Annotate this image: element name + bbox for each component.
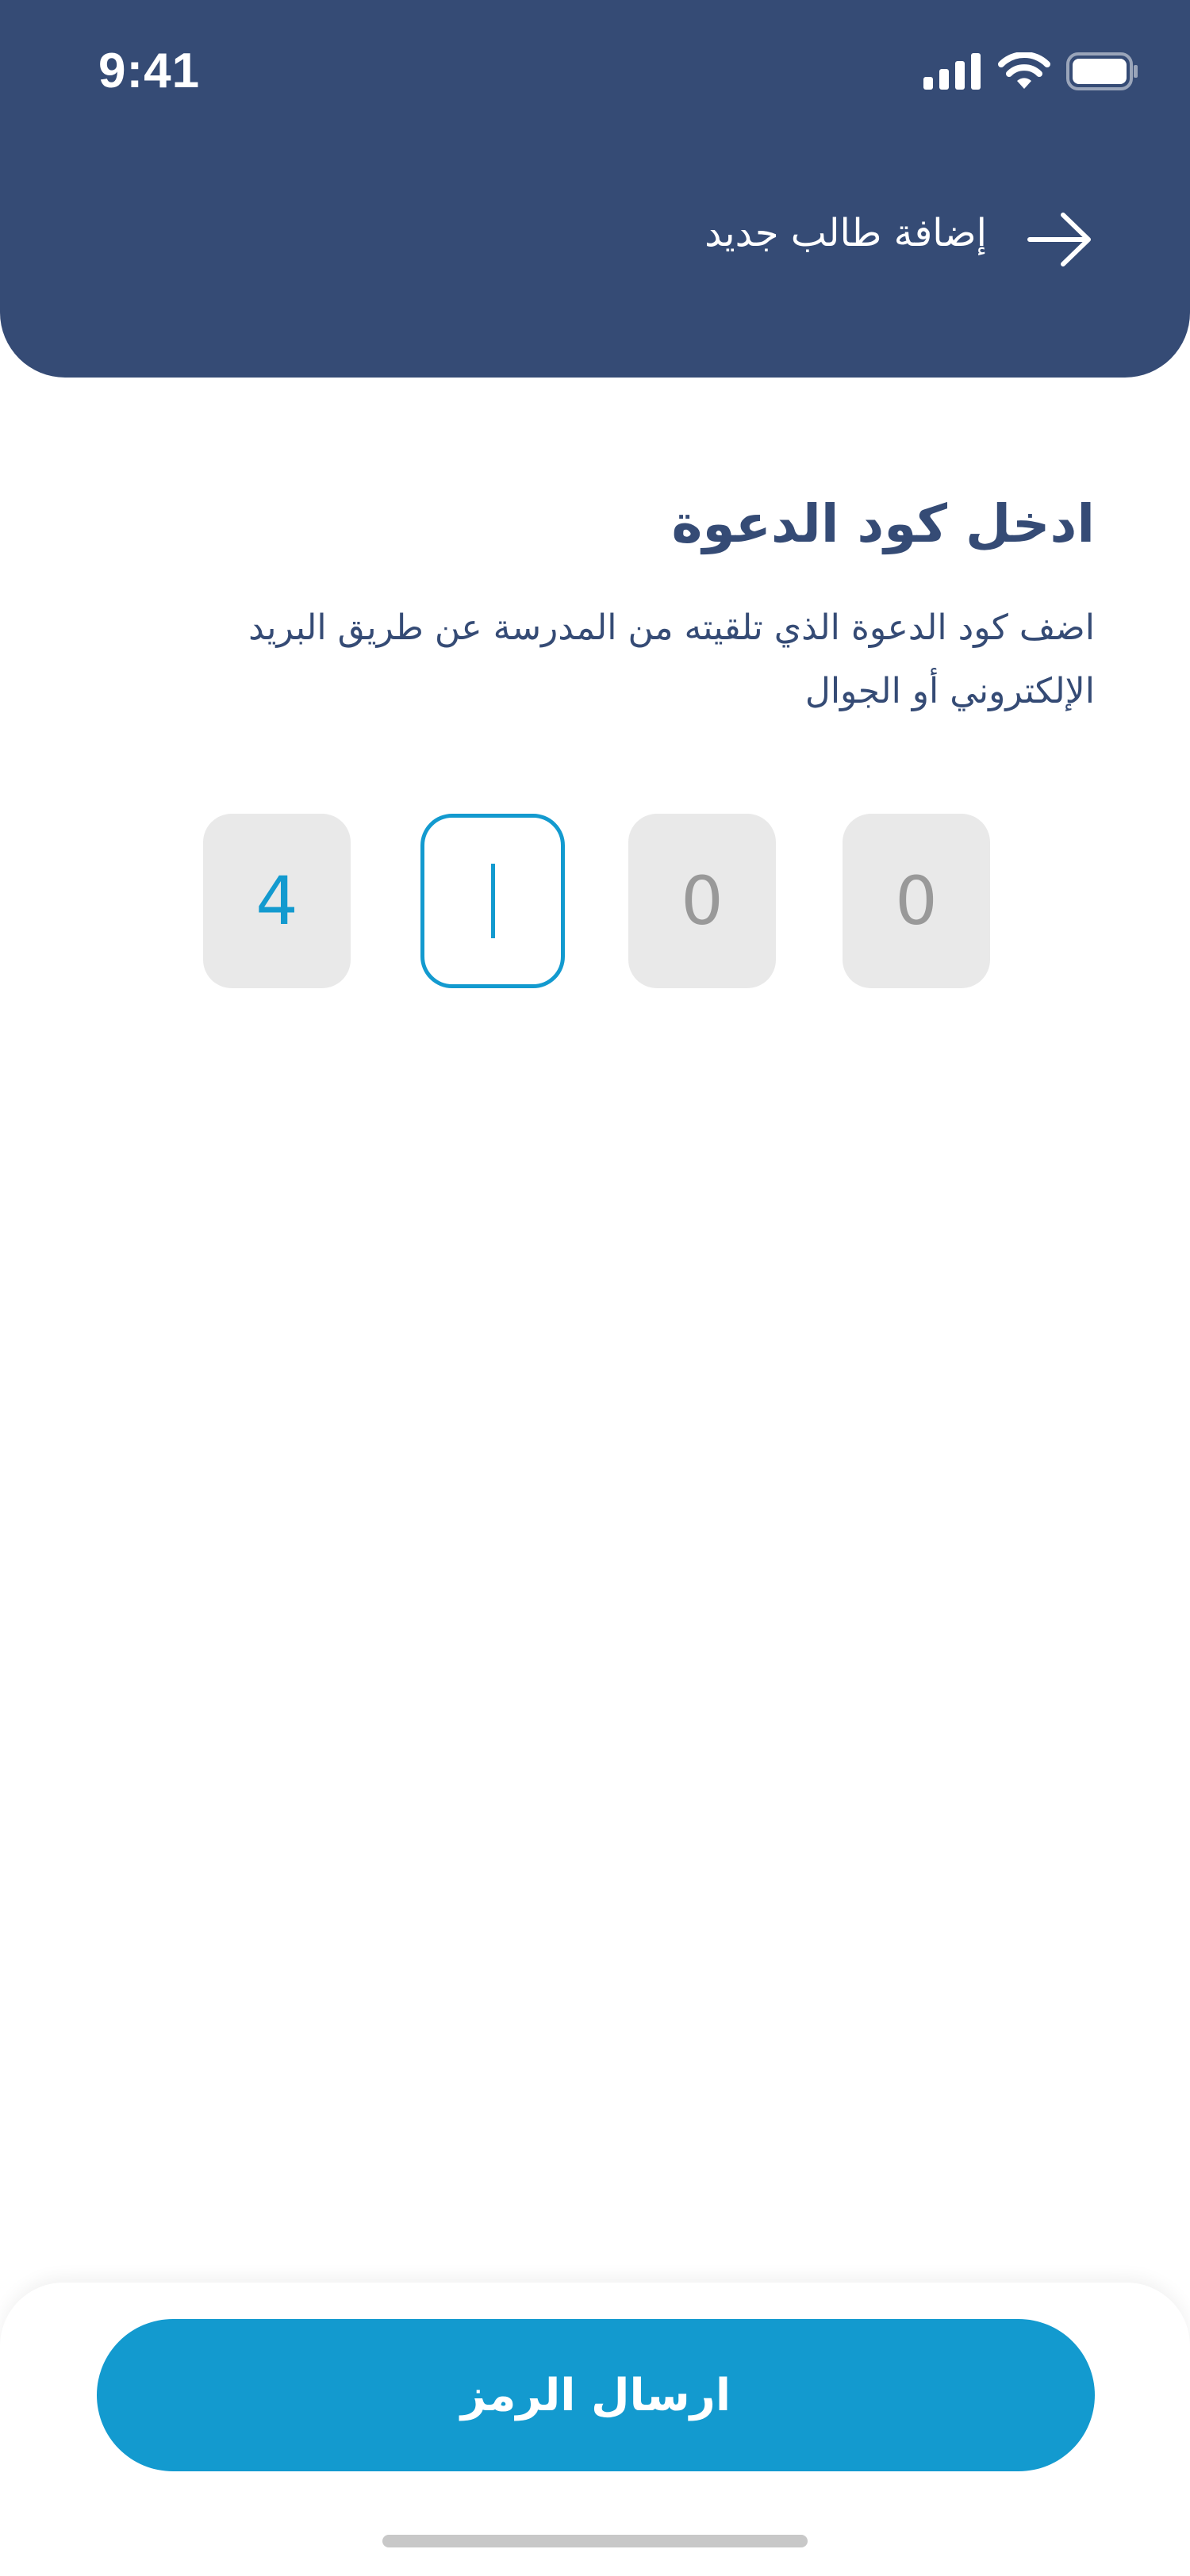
code-digit-1[interactable]: 4: [203, 814, 351, 988]
page-title: إضافة طالب جديد: [704, 211, 987, 255]
code-input-group: 4 0 0: [0, 814, 1190, 991]
back-button[interactable]: [1023, 208, 1096, 274]
send-code-button[interactable]: ارسال الرمز: [97, 2319, 1095, 2471]
status-time: 9:41: [98, 44, 201, 98]
text-cursor: [490, 864, 495, 938]
screen: 9:41 إضافة طالب جديد ادخل كود الدعوة اضف…: [0, 0, 1190, 2576]
code-digit-3[interactable]: 0: [628, 814, 776, 988]
battery-icon: [1066, 52, 1139, 94]
home-indicator: [382, 2535, 808, 2547]
cellular-signal-icon: [923, 53, 982, 93]
code-digit-4[interactable]: 0: [843, 814, 990, 988]
section-title: ادخل كود الدعوة: [671, 493, 1095, 554]
code-digit-2[interactable]: [420, 814, 565, 988]
arrow-right-icon: [1027, 212, 1093, 270]
status-icons: [923, 49, 1139, 97]
section-description: اضف كود الدعوة الذي تلقيته من المدرسة عن…: [248, 608, 1095, 711]
wifi-icon: [998, 52, 1050, 94]
header: 9:41 إضافة طالب جديد: [0, 0, 1190, 378]
